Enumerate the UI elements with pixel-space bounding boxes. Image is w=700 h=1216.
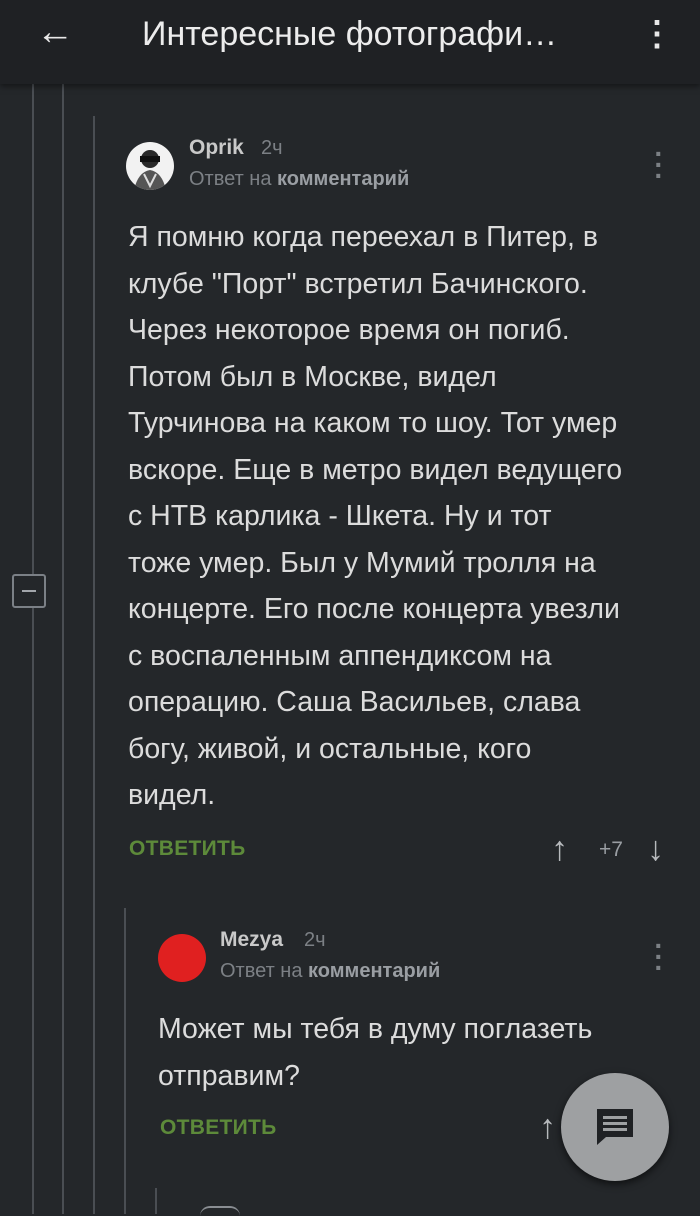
comment-icon <box>597 1109 633 1145</box>
reply-to-prefix: Ответ на <box>189 168 272 190</box>
comment-line: вскоре. Еще в метро видел ведущего <box>128 453 623 486</box>
reply-to-link[interactable]: комментарий <box>308 960 440 982</box>
comment-line: концерте. Его после концерта увезли <box>128 593 620 625</box>
reply-to-line: Ответ на комментарий <box>220 960 440 983</box>
thread-line <box>124 908 126 1214</box>
reply-to-link[interactable]: комментарий <box>277 168 409 190</box>
comment-time: 2ч <box>261 137 283 159</box>
comment-time: 2ч <box>304 929 326 951</box>
comment-author[interactable]: Mezya <box>220 928 283 952</box>
more-options-icon[interactable]: ⋮ <box>640 12 674 56</box>
collapse-thread-button[interactable] <box>12 574 46 608</box>
comment-menu-icon[interactable]: · · · <box>649 932 669 982</box>
comment-line: богу, живой, и остальные, кого <box>128 732 532 765</box>
comment-body: Может мы тебя в думу поглазеть отправим? <box>158 1006 592 1099</box>
status-bar <box>0 0 700 8</box>
downvote-arrow-icon[interactable]: ↓ <box>647 832 664 866</box>
thread-line <box>62 84 64 1214</box>
thread-line <box>93 116 95 1214</box>
back-arrow-icon[interactable]: ← <box>30 10 80 54</box>
comment-line: отправим? <box>158 1059 300 1092</box>
upvote-arrow-icon[interactable]: ↑ <box>539 1110 556 1144</box>
reply-button[interactable]: ОТВЕТИТЬ <box>129 837 246 861</box>
reply-to-prefix: Ответ на <box>220 960 303 982</box>
comment-line: с НТВ карлика - Шкета. Ну и тот <box>128 500 552 532</box>
comment-line: видел. <box>128 779 216 811</box>
comment-line: Через некоторое время он погиб. <box>128 314 570 346</box>
app-header: ← Интересные фотографи… ⋮ <box>0 0 700 84</box>
comment-menu-icon[interactable]: · · · <box>649 140 669 190</box>
next-comment-peek <box>200 1206 240 1216</box>
write-comment-button[interactable] <box>561 1073 669 1181</box>
comment-line: Турчинова на каком то шоу. Тот умер <box>128 407 618 439</box>
upvote-arrow-icon[interactable]: ↑ <box>551 832 568 866</box>
comment-score: +7 <box>599 838 623 861</box>
comment-body: Я помню когда переехал в Питер, в клубе … <box>128 214 622 819</box>
comment-line: Я помню когда переехал в Питер, в <box>128 221 598 253</box>
comment-line: с воспаленным аппендиксом на <box>128 639 552 672</box>
minus-icon <box>22 590 36 592</box>
comment-line: операцию. Саша Васильев, слава <box>128 686 581 718</box>
thread-line <box>32 84 34 1214</box>
reply-to-line: Ответ на комментарий <box>189 168 409 191</box>
reply-button[interactable]: ОТВЕТИТЬ <box>160 1116 277 1140</box>
avatar[interactable] <box>126 142 174 190</box>
page-title: Интересные фотографи… <box>142 15 558 53</box>
comment-line: Может мы тебя в думу поглазеть <box>158 1013 593 1045</box>
thread-line <box>155 1188 157 1214</box>
user-photo-icon <box>134 150 166 190</box>
comment-line: Потом был в Москве, видел <box>128 360 497 393</box>
comment-line: тоже умер. Был у Мумий тролля на <box>128 546 596 579</box>
comment-author[interactable]: Oprik <box>189 136 244 160</box>
comment-line: клубе "Порт" встретил Бачинского. <box>128 267 588 300</box>
avatar[interactable] <box>158 934 206 982</box>
